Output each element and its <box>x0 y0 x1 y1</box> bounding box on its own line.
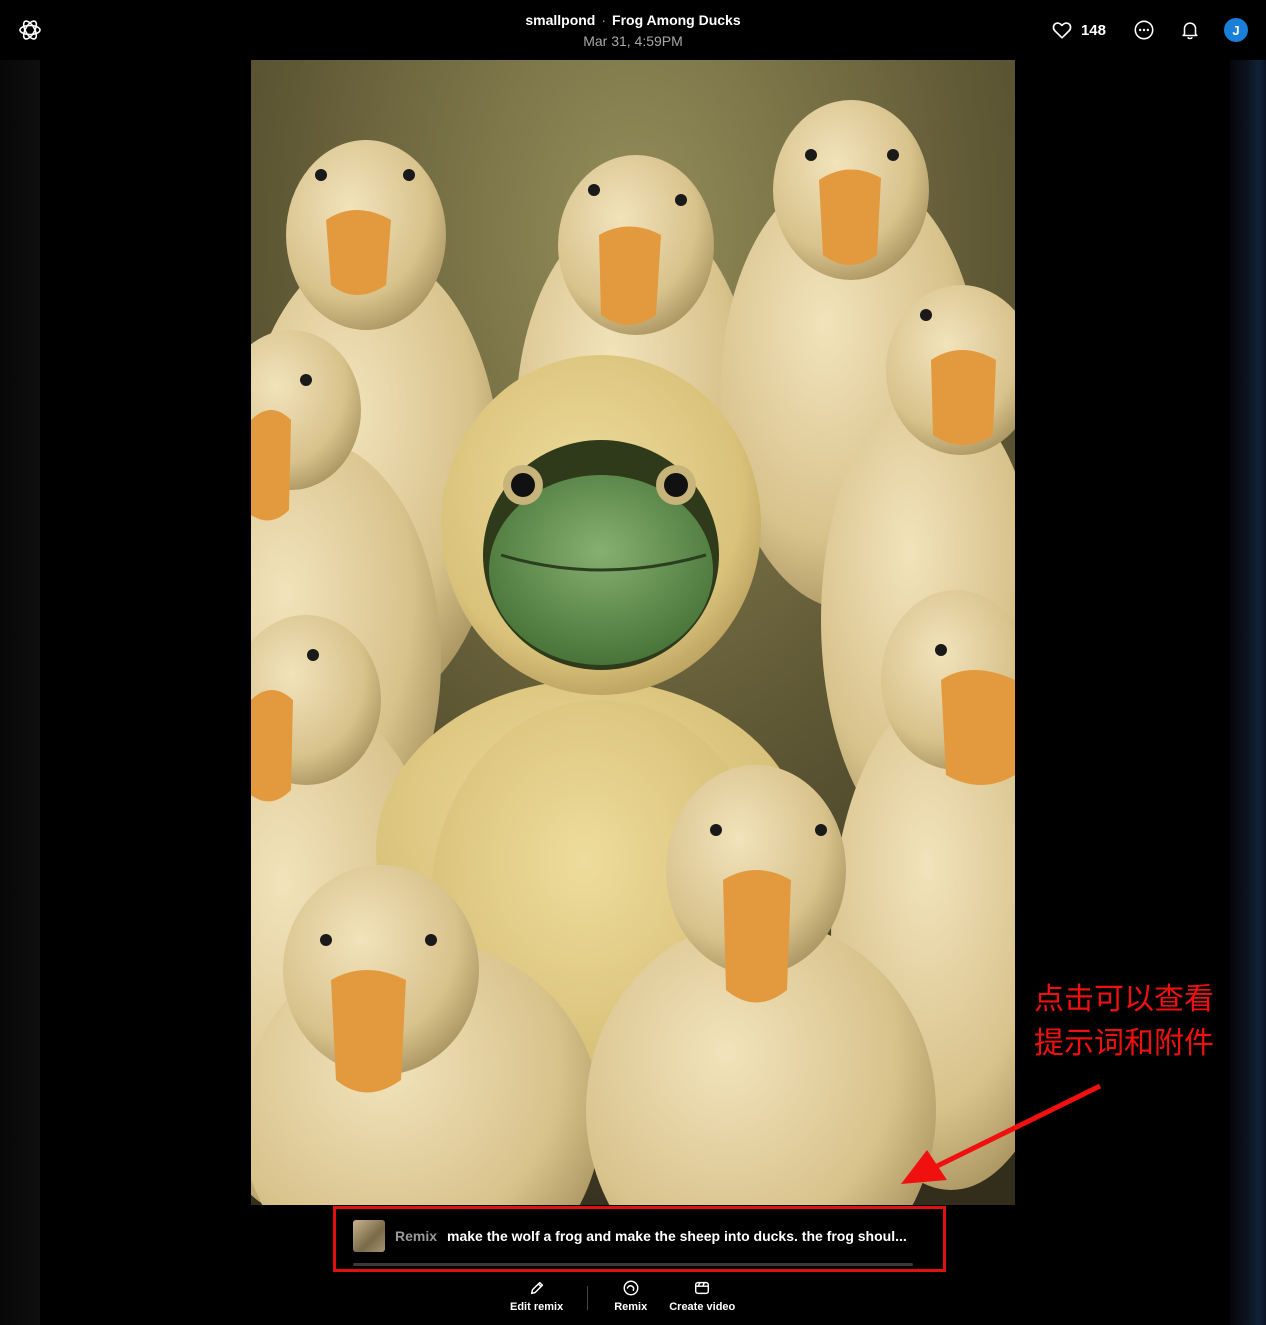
title-separator: · <box>601 12 607 28</box>
remix-tag: Remix <box>395 1228 438 1244</box>
attachment-thumbnail[interactable] <box>353 1220 385 1252</box>
frog-among-ducks-picture <box>251 60 1015 1205</box>
author-name[interactable]: smallpond <box>525 12 595 28</box>
header-actions: 148 J <box>1051 16 1248 44</box>
annotation-arrow-icon <box>901 1083 1102 1184</box>
annotation-note: 点击可以查看 提示词和附件 <box>1034 978 1234 1066</box>
remix-label: Remix <box>614 1301 648 1313</box>
next-post-preview[interactable] <box>1230 60 1266 1325</box>
more-options-icon <box>1134 20 1154 40</box>
clapperboard-icon <box>695 1281 710 1295</box>
edit-remix-label: Edit remix <box>510 1301 564 1313</box>
avatar[interactable]: J <box>1224 18 1248 42</box>
like-count: 148 <box>1080 21 1106 39</box>
bell-icon <box>1182 22 1198 40</box>
generated-image[interactable] <box>251 60 1015 1205</box>
post-actions: Edit remix Remix Create video <box>510 1278 735 1322</box>
remix-icon <box>623 1280 639 1296</box>
previous-post-preview[interactable] <box>0 60 40 1325</box>
prompt-underline <box>353 1263 913 1266</box>
pencil-icon <box>530 1281 543 1295</box>
heart-icon <box>1052 22 1072 39</box>
create-video-button[interactable]: Create video <box>669 1278 735 1313</box>
top-bar: smallpond · Frog Among Ducks Mar 31, 4:59P… <box>0 0 1266 60</box>
remix-button[interactable]: Remix <box>614 1278 647 1313</box>
like-button[interactable]: 148 <box>1051 19 1106 41</box>
prompt-highlight-box: Remix make the wolf a frog and make the … <box>333 1206 946 1272</box>
prompt-row[interactable]: Remix make the wolf a frog and make the … <box>353 1219 913 1253</box>
prompt-text[interactable]: make the wolf a frog and make the sheep … <box>447 1228 907 1244</box>
more-options-button[interactable] <box>1132 18 1156 42</box>
create-video-label: Create video <box>669 1301 736 1313</box>
notifications-button[interactable] <box>1178 18 1202 42</box>
post-title: Frog Among Ducks <box>612 12 741 28</box>
edit-remix-button[interactable]: Edit remix <box>510 1278 563 1313</box>
action-divider <box>587 1286 589 1310</box>
annotation-line-2: 提示词和附件 <box>1034 1026 1214 1061</box>
annotation-line-1: 点击可以查看 <box>1034 982 1214 1017</box>
